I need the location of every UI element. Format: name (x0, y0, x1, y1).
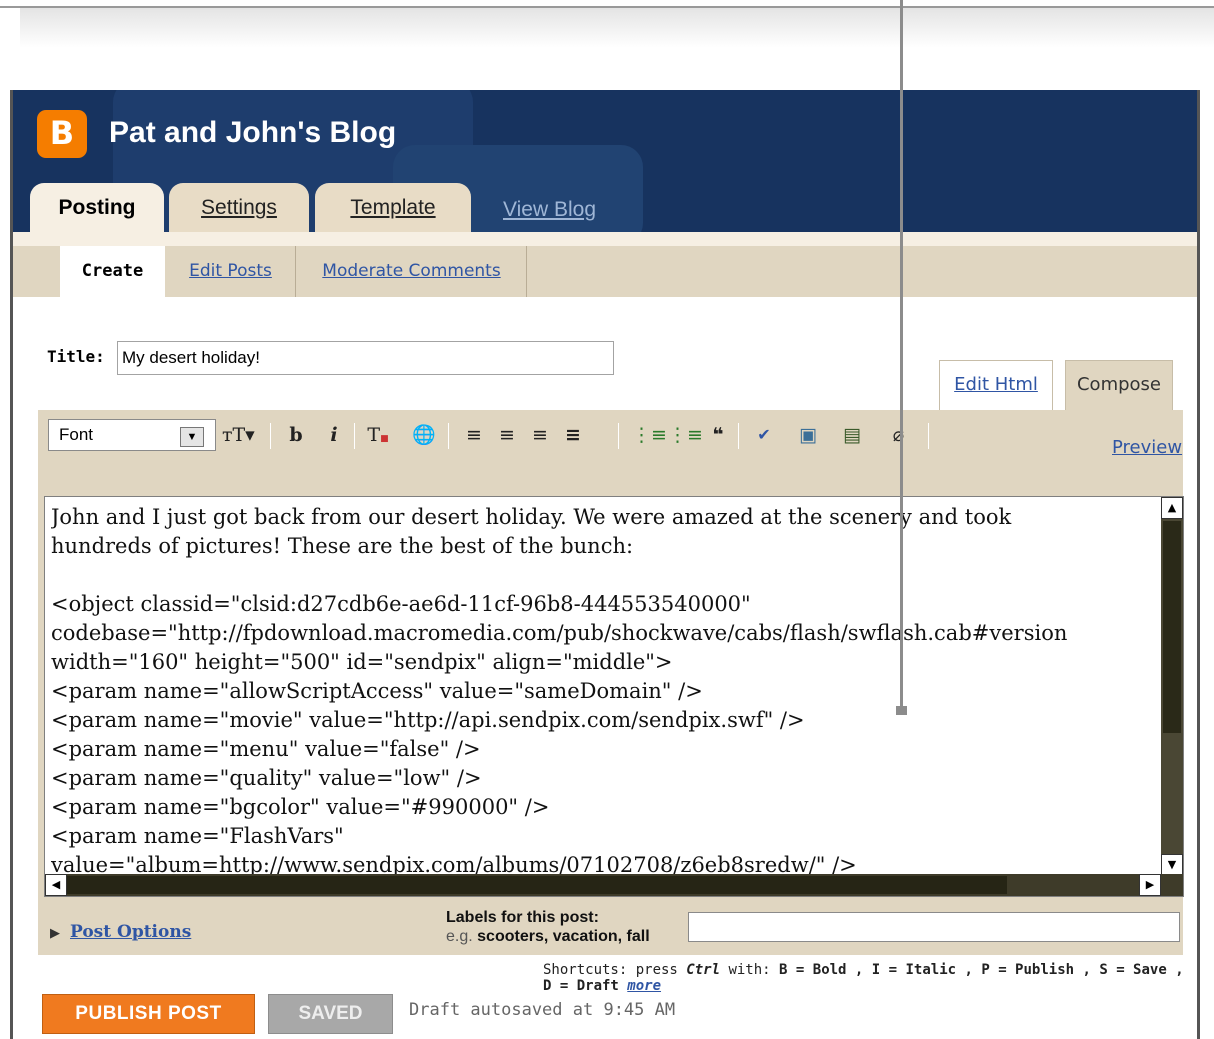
blogger-window: B Pat and John's Blog Settings Template … (10, 90, 1200, 1039)
remove-formatting-icon[interactable]: ⌀ (884, 419, 912, 451)
toolbar-separator (270, 423, 271, 449)
labels-example: e.g. scooters, vacation, fall (446, 928, 650, 946)
post-body-line: <param name="FlashVars" (51, 824, 344, 848)
font-select-value: Font (59, 425, 94, 444)
tab-settings[interactable]: Settings (169, 183, 309, 232)
labels-example-prefix: e.g. (446, 928, 473, 945)
post-body-line: codebase="http://fpdownload.macromedia.c… (51, 621, 1068, 645)
preview-link[interactable]: Preview (1112, 437, 1182, 458)
chevron-down-icon[interactable]: ▼ (180, 427, 204, 447)
link-icon[interactable]: 🌐 (410, 419, 438, 451)
post-title-input[interactable] (117, 341, 614, 375)
labels-title: Labels for this post: (446, 909, 599, 926)
post-body-line: <param name="bgcolor" value="#990000" /> (51, 795, 550, 819)
tab-template[interactable]: Template (315, 183, 471, 232)
post-body-line: <param name="menu" value="false" /> (51, 737, 481, 761)
post-body-line: <param name="movie" value="http://api.se… (51, 708, 805, 732)
ctrl-key: Ctrl (686, 962, 721, 978)
editor-toolbar: Font ▼ тТ▾ b i T■ 🌐 ≡ ≡ ≡ ≡ ⋮≡ ⋮≡ ❝ ✔ ▣ … (48, 419, 1182, 458)
horizontal-scrollbar[interactable]: ◀ ▶ (45, 874, 1183, 896)
numbered-list-icon[interactable]: ⋮≡ (632, 419, 667, 451)
post-body-line: hundreds of pictures! These are the best… (51, 534, 634, 558)
subnav-create[interactable]: Create (60, 246, 165, 297)
labels-input[interactable] (688, 912, 1180, 942)
post-options-toggle[interactable]: ▶ Post Options (50, 922, 191, 942)
saved-button[interactable]: SAVED (268, 994, 393, 1034)
shortcuts-with: with: (728, 962, 771, 978)
blogger-logo-icon[interactable]: B (37, 110, 87, 158)
shortcuts-prefix: Shortcuts: press (543, 962, 678, 978)
compose-tab[interactable]: Compose (1065, 360, 1173, 410)
post-body-text[interactable]: John and I just got back from our desert… (51, 503, 1161, 875)
vertical-scroll-thumb[interactable] (1163, 521, 1181, 733)
post-body-line (51, 561, 1161, 590)
edit-html-tab[interactable]: Edit Html (939, 360, 1053, 412)
labels-example-values: scooters, vacation, fall (477, 928, 650, 945)
align-right-icon[interactable]: ≡ (526, 419, 554, 451)
font-size-icon[interactable]: тТ▾ (222, 419, 255, 451)
post-body-line: <object classid="clsid:d27cdb6e-ae6d-11c… (51, 592, 751, 616)
post-body-line: <param name="allowScriptAccess" value="s… (51, 679, 703, 703)
blog-header: B Pat and John's Blog Settings Template … (13, 90, 1197, 232)
toolbar-separator (354, 423, 355, 449)
toolbar-separator (928, 423, 929, 449)
publish-post-button[interactable]: PUBLISH POST (42, 994, 255, 1034)
image-icon[interactable]: ▣ (794, 419, 822, 451)
text-color-icon[interactable]: T■ (364, 419, 392, 451)
post-body-editor[interactable]: John and I just got back from our desert… (44, 496, 1184, 897)
view-blog-link[interactable]: View Blog (503, 198, 596, 222)
italic-icon[interactable]: i (320, 419, 348, 451)
post-body-line: value="album=http://www.sendpix.com/albu… (51, 853, 857, 875)
tab-underbar (13, 232, 1197, 246)
posting-subnav: Create Edit Posts Moderate Comments (13, 246, 1197, 297)
blog-title: Pat and John's Blog (109, 116, 397, 149)
autosave-status: Draft autosaved at 9:45 AM (409, 1000, 676, 1020)
align-left-icon[interactable]: ≡ (460, 419, 488, 451)
post-body-line: width="160" height="500" id="sendpix" al… (51, 650, 673, 674)
spellcheck-icon[interactable]: ✔ (750, 419, 778, 451)
bullet-list-icon[interactable]: ⋮≡ (668, 419, 703, 451)
align-center-icon[interactable]: ≡ (493, 419, 521, 451)
tab-posting[interactable]: Posting (30, 183, 164, 237)
horizontal-scroll-thumb[interactable] (67, 876, 1007, 894)
vertical-scrollbar[interactable]: ▲ ▼ (1161, 497, 1183, 876)
triangle-right-icon: ▶ (50, 926, 60, 941)
video-icon[interactable]: ▤ (838, 419, 866, 451)
shortcuts-hint: Shortcuts: press Ctrl with: B = Bold , I… (543, 962, 1197, 994)
scroll-down-icon[interactable]: ▼ (1161, 854, 1183, 876)
scroll-right-icon[interactable]: ▶ (1139, 874, 1161, 896)
justify-icon[interactable]: ≡ (559, 419, 587, 451)
top-shadow (20, 8, 1214, 48)
subnav-moderate-comments[interactable]: Moderate Comments (297, 246, 527, 297)
post-options-label: Post Options (70, 922, 192, 942)
post-body-line: John and I just got back from our desert… (51, 505, 1012, 529)
font-select[interactable]: Font ▼ (48, 419, 216, 451)
scroll-up-icon[interactable]: ▲ (1161, 497, 1183, 519)
scroll-left-icon[interactable]: ◀ (45, 874, 67, 896)
shortcuts-more-link[interactable]: more (627, 978, 661, 994)
callout-marker (896, 706, 907, 715)
blockquote-icon[interactable]: ❝ (704, 419, 732, 451)
post-body-line: <param name="quality" value="low" /> (51, 766, 482, 790)
toolbar-separator (618, 423, 619, 449)
callout-line (900, 0, 903, 712)
toolbar-separator (738, 423, 739, 449)
toolbar-separator (448, 423, 449, 449)
title-label: Title: (47, 347, 105, 366)
bold-icon[interactable]: b (282, 419, 310, 451)
subnav-edit-posts[interactable]: Edit Posts (166, 246, 296, 297)
editor-panel: Font ▼ тТ▾ b i T■ 🌐 ≡ ≡ ≡ ≡ ⋮≡ ⋮≡ ❝ ✔ ▣ … (38, 410, 1184, 955)
